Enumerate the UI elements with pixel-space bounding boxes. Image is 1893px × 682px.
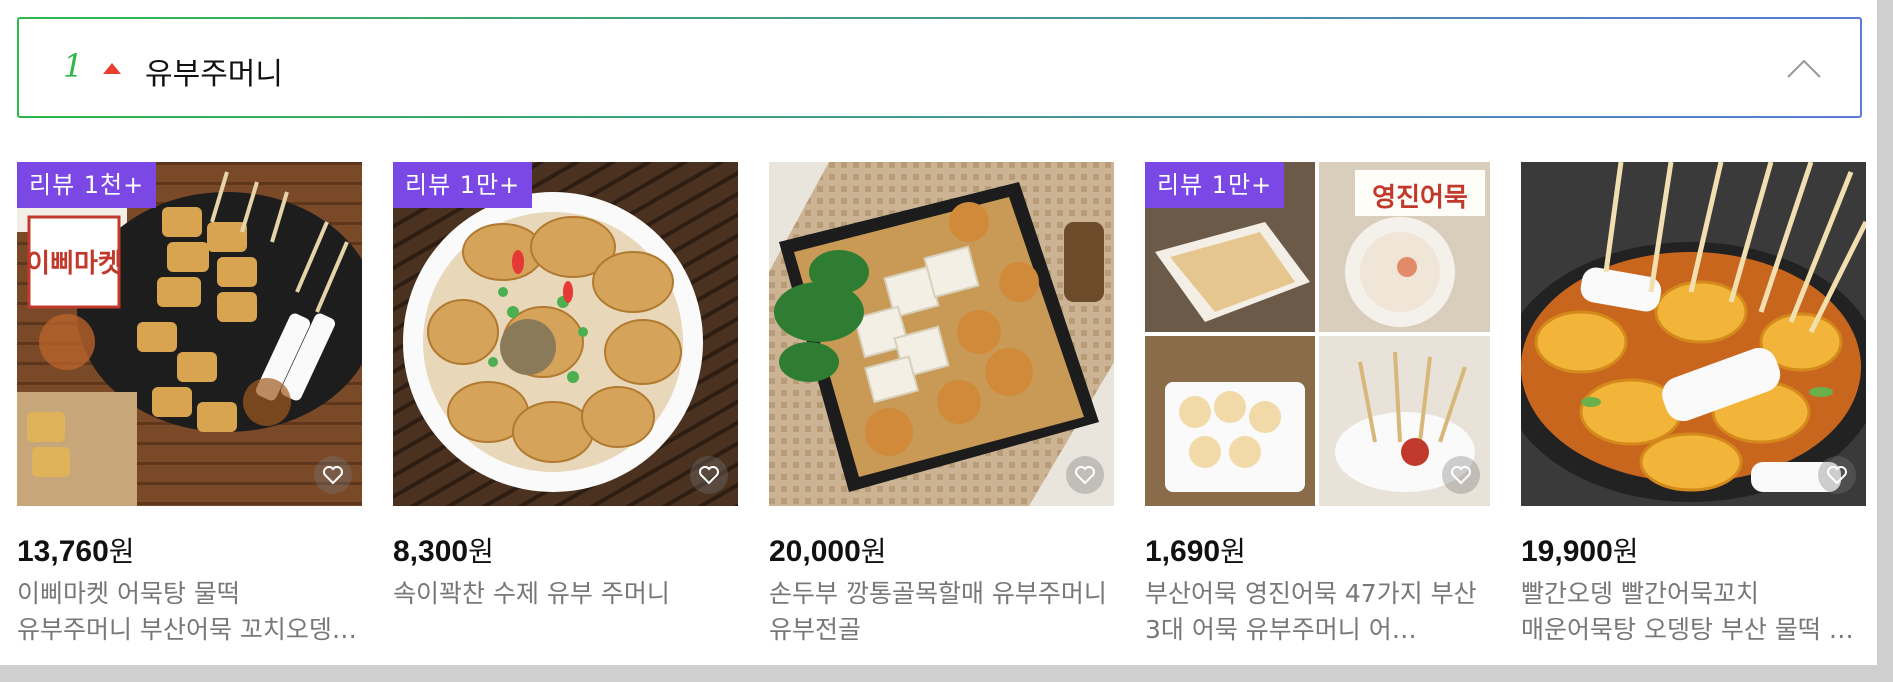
shop-logo-text: 영진어묵 <box>1372 183 1468 213</box>
shop-logo-text: 이삐마켓 <box>26 249 122 279</box>
rank-number: 1 <box>63 47 84 85</box>
price-value: 1,690 <box>1145 535 1221 568</box>
product-card[interactable]: 이삐마켓 리뷰 1천+ 13,760원 이삐마켓 어묵탕 물떡 유부주머니 부산… <box>17 162 362 648</box>
spicy-fishcake-stew-photo <box>1521 162 1866 506</box>
heart-icon <box>1827 466 1847 485</box>
wishlist-button[interactable] <box>1442 456 1480 494</box>
collapse-button[interactable] <box>1782 47 1826 91</box>
keyword-header[interactable]: 1 유부주머니 <box>17 17 1862 118</box>
heart-icon <box>1075 466 1095 485</box>
search-trend-panel: 1 유부주머니 이삐마켓 리뷰 1천+ 13,760원 이삐마켓 어묵탕 물떡 … <box>0 0 1877 665</box>
price-value: 8,300 <box>393 535 469 568</box>
product-price: 19,900원 <box>1521 530 1866 568</box>
review-badge: 리뷰 1천+ <box>17 162 157 208</box>
price-currency: 원 <box>1220 536 1246 567</box>
heart-icon <box>323 466 343 485</box>
product-price: 8,300원 <box>393 530 738 568</box>
product-price: 20,000원 <box>769 530 1114 568</box>
product-card[interactable]: 19,900원 빨간오뎅 빨간어묵꼬치 매운어묵탕 오뎅탕 부산 물떡 … <box>1521 162 1866 648</box>
price-value: 20,000 <box>769 535 861 568</box>
product-card[interactable]: 영진어묵 리뷰 1만+ 1,690원 부산어묵 영진어묵 47가지 부산 3대 … <box>1145 162 1490 648</box>
wishlist-button[interactable] <box>1066 456 1104 494</box>
skewer-fishcake-photo: 이삐마켓 <box>17 162 362 506</box>
product-image[interactable]: 리뷰 1만+ <box>393 162 738 506</box>
product-image[interactable]: 이삐마켓 리뷰 1천+ <box>17 162 362 506</box>
price-currency: 원 <box>1612 536 1639 567</box>
heart-icon <box>699 466 719 485</box>
review-badge: 리뷰 1만+ <box>393 162 533 208</box>
price-currency: 원 <box>108 536 135 567</box>
product-price: 13,760원 <box>17 530 362 568</box>
tofu-pouch-bowl-photo <box>393 162 738 506</box>
price-currency: 원 <box>860 536 887 567</box>
product-image[interactable]: 영진어묵 리뷰 1만+ <box>1145 162 1490 506</box>
review-badge: 리뷰 1만+ <box>1145 162 1285 208</box>
chevron-up-icon <box>1787 59 1821 78</box>
price-value: 19,900 <box>1521 535 1613 568</box>
wishlist-button[interactable] <box>1818 456 1856 494</box>
product-image[interactable] <box>769 162 1114 506</box>
wishlist-button[interactable] <box>690 456 728 494</box>
product-title[interactable]: 빨간오뎅 빨간어묵꼬치 매운어묵탕 오뎅탕 부산 물떡 … <box>1521 576 1866 648</box>
product-card[interactable]: 20,000원 손두부 깡통골목할매 유부주머니 유부전골 <box>769 162 1114 648</box>
price-currency: 원 <box>468 536 494 567</box>
rank-up-icon <box>103 63 121 74</box>
product-price: 1,690원 <box>1145 530 1490 568</box>
product-title[interactable]: 부산어묵 영진어묵 47가지 부산 3대 어묵 유부주머니 어… <box>1145 576 1490 648</box>
product-title[interactable]: 손두부 깡통골목할매 유부주머니 유부전골 <box>769 576 1114 648</box>
tofu-hotpot-photo <box>769 162 1114 506</box>
wishlist-button[interactable] <box>314 456 352 494</box>
keyword-text: 유부주머니 <box>145 57 283 92</box>
heart-icon <box>1451 466 1471 485</box>
price-value: 13,760 <box>17 535 109 568</box>
product-card[interactable]: 리뷰 1만+ 8,300원 속이꽉찬 수제 유부 주머니 <box>393 162 738 612</box>
fishcake-collage-photo: 영진어묵 <box>1145 162 1490 506</box>
product-image[interactable] <box>1521 162 1866 506</box>
product-title[interactable]: 속이꽉찬 수제 유부 주머니 <box>393 576 738 612</box>
product-title[interactable]: 이삐마켓 어묵탕 물떡 유부주머니 부산어묵 꼬치오뎅 오… <box>17 576 362 648</box>
